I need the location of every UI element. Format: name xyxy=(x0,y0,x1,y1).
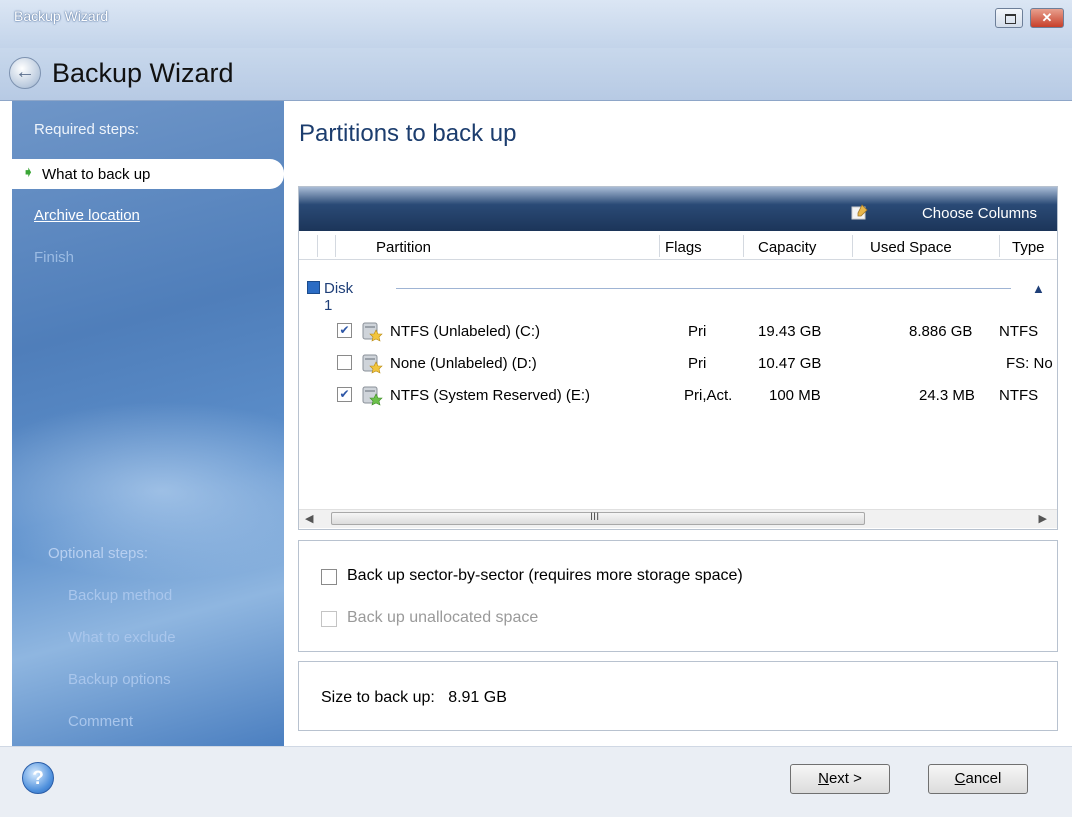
next-button[interactable]: Next > xyxy=(790,764,890,794)
step-what-to-exclude: What to exclude xyxy=(68,629,176,646)
partition-drive-icon xyxy=(362,386,383,406)
partition-used-space: 24.3 MB xyxy=(919,387,975,404)
cancel-mnemonic: C xyxy=(954,770,966,787)
column-flags[interactable]: Flags xyxy=(665,239,702,256)
choose-columns-button[interactable]: Choose Columns xyxy=(922,205,1037,222)
optional-steps-heading: Optional steps: xyxy=(48,545,149,562)
restore-icon xyxy=(1005,14,1016,24)
partition-name: NTFS (System Reserved) (E:) xyxy=(390,387,591,404)
step-backup-method: Backup method xyxy=(68,587,173,604)
sector-by-sector-checkbox[interactable] xyxy=(321,569,337,585)
step-backup-options: Backup options xyxy=(68,671,171,688)
step-archive-location[interactable]: Archive location xyxy=(34,207,140,224)
partition-capacity: 10.47 GB xyxy=(758,355,822,372)
unallocated-space-checkbox xyxy=(321,611,337,627)
size-to-back-up: Size to back up: 8.91 GB xyxy=(321,689,507,707)
partition-name: NTFS (Unlabeled) (C:) xyxy=(390,323,541,340)
table-row[interactable]: ✔ NTFS (Unlabeled) (C:) Pri 19.43 GB 8.8… xyxy=(299,319,1057,345)
close-button[interactable]: ✕ xyxy=(1030,8,1064,28)
size-label: Size to back up: xyxy=(321,689,435,706)
disk-icon xyxy=(307,281,320,294)
partition-capacity: 100 MB xyxy=(769,387,821,404)
partition-name: None (Unlabeled) (D:) xyxy=(390,355,537,372)
help-icon[interactable]: ? xyxy=(22,762,54,794)
partitions-table: Choose Columns Partition Flags Capacity … xyxy=(298,186,1058,530)
scroll-right-icon[interactable]: ▶ xyxy=(1039,512,1047,525)
window-title: Backup Wizard xyxy=(14,8,109,24)
partition-capacity: 19.43 GB xyxy=(758,323,822,340)
current-step-arrow-icon: ➧ xyxy=(22,164,35,181)
partition-type: NTFS xyxy=(999,323,1039,340)
partition-flags: Pri xyxy=(688,355,707,372)
cancel-button[interactable]: Cancel xyxy=(928,764,1028,794)
partition-type: FS: No xyxy=(1006,355,1053,372)
column-partition[interactable]: Partition xyxy=(376,239,431,256)
partition-flags: Pri,Act. xyxy=(684,387,733,404)
scroll-left-icon[interactable]: ◀ xyxy=(305,512,313,525)
next-mnemonic: N xyxy=(818,770,829,787)
title-bar: Backup Wizard ✕ xyxy=(0,0,1072,48)
table-row[interactable]: ✔ NTFS (System Reserved) (E:) Pri,Act. 1… xyxy=(299,383,1057,409)
required-steps-heading: Required steps: xyxy=(34,121,140,138)
partition-checkbox[interactable]: ✔ xyxy=(337,387,352,402)
disk-divider xyxy=(396,288,1011,289)
next-label: ext > xyxy=(828,770,862,787)
partition-checkbox[interactable]: ✔ xyxy=(337,323,352,338)
partition-drive-icon xyxy=(362,322,383,342)
partition-used-space: 8.886 GB xyxy=(909,323,973,340)
step-finish: Finish xyxy=(34,249,75,266)
partition-drive-icon xyxy=(362,354,383,374)
backup-options-panel: Back up sector-by-sector (requires more … xyxy=(298,540,1058,652)
table-row[interactable]: None (Unlabeled) (D:) Pri 10.47 GB FS: N… xyxy=(299,351,1057,377)
step-what-to-back-up[interactable]: ➧ What to back up xyxy=(12,159,284,189)
choose-columns-icon xyxy=(851,204,868,220)
page-title: Partitions to back up xyxy=(299,120,517,147)
steps-sidebar: Required steps: ➧ What to back up Archiv… xyxy=(12,101,284,746)
partition-checkbox[interactable] xyxy=(337,355,352,370)
scroll-thumb[interactable]: III xyxy=(331,511,865,525)
table-toolbar: Choose Columns xyxy=(299,187,1057,231)
back-arrow-icon[interactable]: ← xyxy=(9,57,41,89)
size-summary-panel: Size to back up: 8.91 GB xyxy=(298,661,1058,731)
wizard-footer xyxy=(0,746,1072,817)
horizontal-scrollbar[interactable]: ◀ III ▶ xyxy=(299,509,1057,528)
scroll-grip: III xyxy=(590,511,600,523)
step-label: What to back up xyxy=(42,166,151,183)
partition-flags: Pri xyxy=(688,323,707,340)
column-capacity[interactable]: Capacity xyxy=(758,239,816,256)
table-header: Partition Flags Capacity Used Space Type xyxy=(299,233,1057,260)
column-used-space[interactable]: Used Space xyxy=(870,239,952,256)
wizard-title: Backup Wizard xyxy=(52,58,234,88)
partition-type: NTFS xyxy=(999,387,1039,404)
size-value: 8.91 GB xyxy=(448,689,507,706)
column-type[interactable]: Type xyxy=(1012,239,1045,256)
disk-label: Disk 1 xyxy=(324,280,354,314)
sector-by-sector-label: Back up sector-by-sector (requires more … xyxy=(347,567,743,584)
cancel-label: ancel xyxy=(965,770,1002,787)
unallocated-space-label: Back up unallocated space xyxy=(347,609,539,626)
collapse-chevron-icon[interactable]: ▲ xyxy=(1032,281,1045,296)
step-comment: Comment xyxy=(68,713,134,730)
restore-button[interactable] xyxy=(995,8,1023,28)
